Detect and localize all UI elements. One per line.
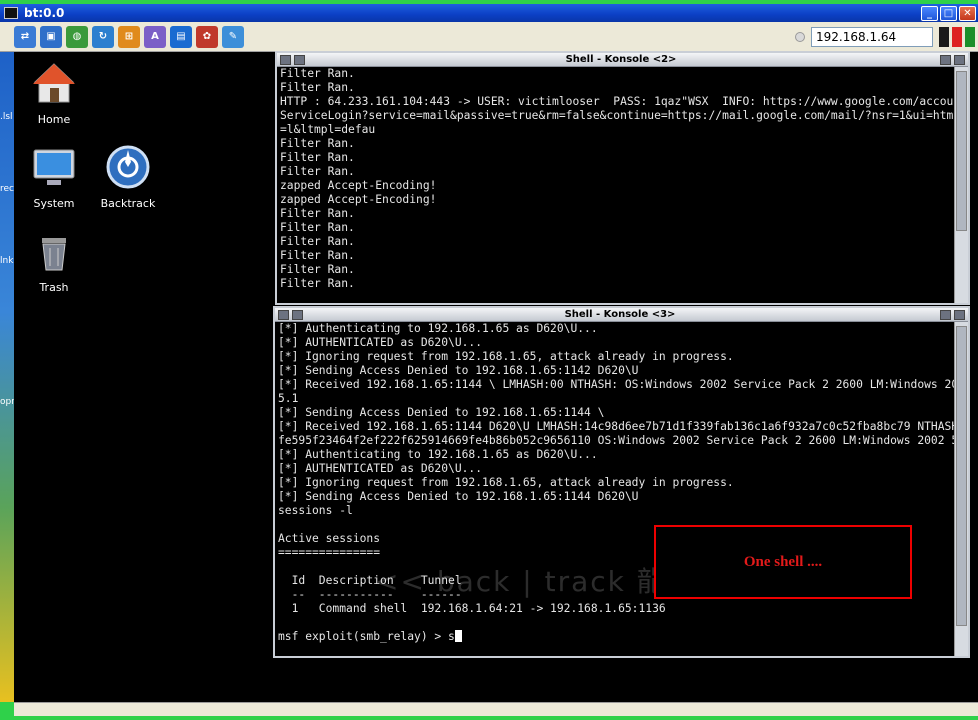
terminal-line: zapped Accept-Encoding! bbox=[280, 193, 437, 206]
sticky-icon[interactable] bbox=[292, 309, 303, 320]
konsole-3-output[interactable]: [*] Authenticating to 192.168.1.65 as D6… bbox=[275, 322, 954, 656]
terminal-line: [*] AUTHENTICATED as D620\U... bbox=[278, 462, 483, 475]
konsole-2-titlebar[interactable]: Shell - Konsole <2> bbox=[277, 53, 968, 67]
desktop-icon[interactable]: ▣ bbox=[40, 25, 62, 48]
indicator-red-icon bbox=[952, 26, 962, 47]
vnc-horizontal-scrollbar[interactable] bbox=[14, 702, 978, 716]
terminal-line: [*] AUTHENTICATED as D620\U... bbox=[278, 336, 483, 349]
host-label: .lsl bbox=[0, 112, 13, 122]
konsole-3-titlebar[interactable]: Shell - Konsole <3> bbox=[275, 308, 968, 322]
terminal-line: 5.1 bbox=[278, 392, 299, 405]
window-menu-icon[interactable] bbox=[280, 54, 291, 65]
terminal-line: Filter Ran. bbox=[280, 235, 355, 248]
vnc-toolbar: ⇄ ▣ ◍ ↻ ⊞ A ▤ ✿ ✎ bbox=[0, 22, 978, 52]
host-address-field[interactable] bbox=[811, 26, 933, 47]
trash-icon bbox=[42, 238, 66, 271]
minimize-button[interactable]: _ bbox=[921, 5, 938, 21]
terminal-line: [*] Received 192.168.1.65:1144 D620\U LM… bbox=[278, 420, 954, 433]
terminal-line: [*] Authenticating to 192.168.1.65 as D6… bbox=[278, 448, 598, 461]
terminal-line: Filter Ran. bbox=[280, 263, 355, 276]
window-title: bt:0.0 bbox=[24, 6, 65, 20]
network-icon[interactable]: ✿ bbox=[196, 25, 218, 48]
tools-icon[interactable]: ✎ bbox=[222, 25, 244, 48]
window-menu-icon[interactable] bbox=[278, 309, 289, 320]
terminal-line: [*] Sending Access Denied to 192.168.1.6… bbox=[278, 364, 639, 377]
terminal-line: [*] Authenticating to 192.168.1.65 as D6… bbox=[278, 322, 598, 335]
terminal-line: sessions -l bbox=[278, 504, 353, 517]
konsole-2-output[interactable]: Filter Ran. Filter Ran. HTTP : 64.233.161.… bbox=[277, 67, 954, 303]
terminal-line: Filter Ran. bbox=[280, 81, 355, 94]
terminal-line: Filter Ran. bbox=[280, 151, 355, 164]
desktop-icon-label: Trash bbox=[39, 281, 69, 294]
terminal-line: [*] Sending Access Denied to 192.168.1.6… bbox=[278, 490, 639, 503]
terminal-line: Filter Ran. bbox=[280, 207, 355, 220]
backtrack-icon bbox=[106, 145, 150, 189]
terminal-line: Filter Ran. bbox=[280, 67, 355, 80]
konsole-window-3[interactable]: Shell - Konsole <3> [*] Authenticating t… bbox=[273, 306, 970, 658]
terminal-line: ServiceLogin?service=mail&passive=true&r… bbox=[280, 109, 954, 122]
konsole-2-scrollbar[interactable] bbox=[954, 67, 968, 303]
vnc-window-titlebar[interactable]: bt:0.0 _ □ ✕ bbox=[0, 4, 978, 22]
windows-icon[interactable]: ⊞ bbox=[118, 25, 140, 48]
host-label: lnk bbox=[0, 256, 14, 266]
close-button[interactable]: ✕ bbox=[959, 5, 976, 21]
terminal-line: Filter Ran. bbox=[280, 221, 355, 234]
desktop-icon-trash[interactable]: Trash bbox=[14, 228, 94, 294]
prompt-text: msf exploit(smb_relay) > s bbox=[278, 630, 455, 643]
konsole-2-title: Shell - Konsole <2> bbox=[565, 54, 677, 65]
connect-icon[interactable]: ⇄ bbox=[14, 25, 36, 48]
desktop-icon-backtrack[interactable]: Backtrack bbox=[88, 144, 168, 210]
terminal-line: Filter Ran. bbox=[280, 137, 355, 150]
desktop-icon-system[interactable]: System bbox=[14, 144, 94, 210]
desktop-icon-home[interactable]: Home bbox=[14, 60, 94, 126]
vnc-app-icon bbox=[4, 7, 18, 19]
home-icon bbox=[33, 63, 75, 103]
status-light-icon bbox=[795, 31, 805, 42]
terminal-line: zapped Accept-Encoding! bbox=[280, 179, 437, 192]
maximize-button[interactable]: □ bbox=[940, 5, 957, 21]
terminal-line: HTTP : 64.233.161.104:443 -> USER: victi… bbox=[280, 95, 954, 108]
maximize-icon[interactable] bbox=[954, 309, 965, 320]
cursor-icon bbox=[454, 630, 462, 642]
host-label: rec bbox=[0, 184, 14, 194]
indicator-green-icon bbox=[965, 26, 975, 47]
terminal-line: Filter Ran. bbox=[280, 249, 355, 262]
terminal-prompt[interactable]: msf exploit(smb_relay) > s bbox=[278, 630, 954, 644]
frame-bottom bbox=[0, 716, 978, 720]
konsole-3-title: Shell - Konsole <3> bbox=[564, 309, 676, 320]
terminal-line: =l&ltmpl=defau bbox=[280, 123, 376, 136]
book-icon[interactable]: ▤ bbox=[170, 25, 192, 48]
scrollbar-thumb[interactable] bbox=[956, 71, 967, 231]
globe-icon[interactable]: ◍ bbox=[66, 25, 88, 48]
terminal-line: Filter Ran. bbox=[280, 277, 355, 290]
minimize-icon[interactable] bbox=[940, 54, 951, 65]
terminal-line: fe595f23464f2ef222f625914669fe4b86b052c9… bbox=[278, 434, 954, 447]
desktop-icon-label: Backtrack bbox=[100, 197, 156, 210]
callout-text: One shell .... bbox=[743, 553, 823, 570]
terminal-line: Filter Ran. bbox=[280, 165, 355, 178]
refresh-icon[interactable]: ↻ bbox=[92, 25, 114, 48]
terminal-line: [*] Ignoring request from 192.168.1.65, … bbox=[278, 476, 734, 489]
terminal-line: 1 Command shell 192.168.1.64:21 -> 192.1… bbox=[278, 602, 666, 615]
indicator-black-icon bbox=[939, 26, 949, 47]
terminal-line: [*] Received 192.168.1.65:1144 \ LMHASH:… bbox=[278, 378, 954, 391]
maximize-icon[interactable] bbox=[954, 54, 965, 65]
scrollbar-thumb[interactable] bbox=[956, 326, 967, 626]
abc-icon[interactable]: A bbox=[144, 25, 166, 48]
desktop-icon-label: Home bbox=[37, 113, 71, 126]
host-desktop-edge: .lsl rec lnk opr bbox=[0, 52, 15, 702]
konsole-window-2[interactable]: Shell - Konsole <2> Filter Ran. Filter Ra… bbox=[275, 51, 970, 305]
desktop-icon-label: System bbox=[33, 197, 75, 210]
terminal-line: [*] Sending Access Denied to 192.168.1.6… bbox=[278, 406, 605, 419]
terminal-line: [*] Ignoring request from 192.168.1.65, … bbox=[278, 350, 734, 363]
monitor-icon bbox=[33, 149, 75, 185]
konsole-3-scrollbar[interactable] bbox=[954, 322, 968, 656]
backtrack-watermark: << back | track 龍 bbox=[375, 565, 667, 598]
sticky-icon[interactable] bbox=[294, 54, 305, 65]
minimize-icon[interactable] bbox=[940, 309, 951, 320]
annotation-callout: One shell .... bbox=[654, 525, 912, 599]
host-label: opr bbox=[0, 397, 15, 407]
